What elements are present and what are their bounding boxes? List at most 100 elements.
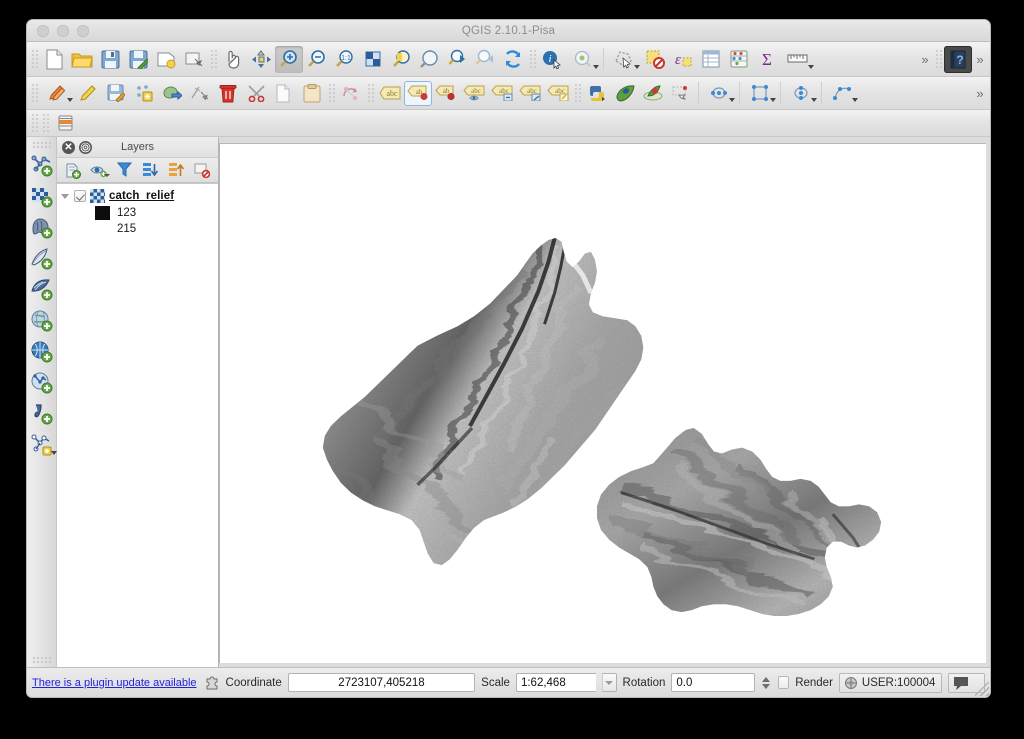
chevron-up-icon[interactable]	[762, 676, 771, 682]
change-label-button[interactable]: abc	[544, 81, 572, 106]
toolbar-overflow-2-button[interactable]: »	[972, 52, 988, 67]
chevron-down-icon[interactable]	[61, 193, 69, 199]
pan-to-selection-button[interactable]	[247, 46, 275, 73]
render-checkbox[interactable]	[777, 676, 790, 689]
node-tool-button[interactable]	[186, 81, 214, 106]
refresh-button[interactable]	[499, 46, 527, 73]
georeferencer-button[interactable]	[667, 81, 695, 106]
attribute-table-button[interactable]	[697, 46, 725, 73]
delete-selected-button[interactable]	[214, 81, 242, 106]
toolbar-grip[interactable]	[209, 48, 218, 70]
vertex-circle-button[interactable]	[702, 81, 736, 106]
toolbar-grip[interactable]	[573, 82, 582, 104]
toolbar-grip[interactable]	[327, 82, 336, 104]
open-project-button[interactable]	[68, 46, 96, 73]
zoom-in-button[interactable]	[275, 45, 303, 73]
highlight-labels-button[interactable]: ab	[432, 81, 460, 106]
move-label-button[interactable]: abc	[488, 81, 516, 106]
add-wms-layer-button[interactable]	[28, 305, 56, 336]
add-delimited-text-layer-button[interactable]	[28, 398, 56, 429]
close-icon[interactable]: ✕	[62, 140, 75, 154]
add-raster-layer-button[interactable]	[28, 181, 56, 212]
add-wfs-layer-button[interactable]	[28, 367, 56, 398]
pan-map-button[interactable]	[219, 46, 247, 73]
window-close-button[interactable]	[37, 24, 49, 37]
zoom-to-selection-button[interactable]	[387, 46, 415, 73]
python-console-button[interactable]	[583, 81, 611, 106]
toolbar-overflow-1-button[interactable]: »	[917, 52, 933, 67]
save-layer-edits-button[interactable]	[102, 81, 130, 106]
add-vector-layer-button[interactable]	[28, 150, 56, 181]
plugin-manager-button[interactable]	[611, 81, 639, 106]
toolbar-grip[interactable]	[30, 112, 39, 134]
grass-tools-button[interactable]	[639, 81, 667, 106]
toolbar-grip[interactable]	[934, 48, 943, 70]
manage-visibility-button[interactable]	[88, 160, 110, 180]
copy-features-button[interactable]	[270, 81, 298, 106]
rotation-spinner[interactable]	[761, 673, 772, 692]
toolbar-grip[interactable]	[41, 112, 50, 134]
paste-features-button[interactable]	[298, 81, 326, 106]
cut-features-button[interactable]	[242, 81, 270, 106]
new-project-button[interactable]	[40, 46, 68, 73]
window-resize-grip[interactable]	[975, 682, 989, 696]
pin-labels-button[interactable]: ab	[404, 80, 432, 106]
toolbar-grip[interactable]	[528, 48, 537, 70]
label-tool-button[interactable]: abc	[376, 81, 404, 106]
field-calculator-button[interactable]: ε	[669, 46, 697, 73]
zoom-native-button[interactable]	[359, 46, 387, 73]
rectangle-vertex-button[interactable]	[743, 81, 777, 106]
new-print-composer-button[interactable]	[152, 46, 180, 73]
rotation-input[interactable]: 0.0	[671, 673, 755, 692]
plugin-puzzle-icon[interactable]	[203, 674, 220, 691]
add-feature-button[interactable]	[130, 81, 158, 106]
remove-layer-button[interactable]	[191, 160, 213, 180]
toolbar-overflow-3-button[interactable]: »	[972, 86, 988, 101]
plugin-update-link[interactable]: There is a plugin update available	[32, 677, 197, 689]
add-wcs-layer-button[interactable]	[28, 336, 56, 367]
save-project-as-button[interactable]	[124, 46, 152, 73]
add-postgis-layer-button[interactable]	[28, 212, 56, 243]
database-manager-button[interactable]	[51, 110, 79, 137]
zoom-to-layer-button[interactable]	[415, 46, 443, 73]
new-shapefile-layer-button[interactable]	[28, 429, 57, 460]
identify-features-button[interactable]: i	[538, 46, 566, 73]
expand-all-button[interactable]	[139, 160, 161, 180]
ellipse-vertex-button[interactable]	[784, 81, 818, 106]
add-spatialite-layer-button[interactable]	[28, 243, 56, 274]
toggle-editing-button[interactable]	[74, 81, 102, 106]
statistics-button[interactable]	[725, 46, 753, 73]
zoom-full-button[interactable]: 1:1	[331, 46, 359, 73]
show-hide-labels-button[interactable]: abc	[460, 81, 488, 106]
toolbar-grip[interactable]	[30, 82, 39, 104]
current-edits-button[interactable]	[40, 81, 74, 106]
filter-legend-button[interactable]	[114, 160, 136, 180]
layer-styling-button[interactable]	[62, 160, 84, 180]
select-features-button[interactable]	[607, 46, 641, 73]
layer-item-catch-relief[interactable]: catch_relief	[57, 187, 218, 205]
composer-manager-button[interactable]	[180, 46, 208, 73]
map-tips-button[interactable]	[566, 46, 600, 73]
scale-dropdown-button[interactable]	[601, 673, 617, 692]
rotate-label-button[interactable]: abc	[516, 81, 544, 106]
zoom-out-button[interactable]	[303, 46, 331, 73]
coordinate-input[interactable]: 2723107,405218	[287, 673, 476, 692]
layers-tree[interactable]: catch_relief 123 215	[57, 183, 218, 667]
collapse-all-button[interactable]	[165, 160, 187, 180]
window-minimize-button[interactable]	[57, 24, 69, 37]
chevron-down-icon[interactable]	[762, 683, 771, 689]
measure-button[interactable]	[781, 46, 815, 73]
curve-vertex-button[interactable]	[825, 81, 859, 106]
layer-visibility-checkbox[interactable]	[74, 190, 86, 202]
undo-redo-button[interactable]	[337, 81, 365, 106]
window-zoom-button[interactable]	[77, 24, 89, 37]
sum-button[interactable]: Σ	[753, 46, 781, 73]
zoom-last-button[interactable]	[443, 46, 471, 73]
toolbar-grip[interactable]	[31, 141, 52, 148]
toolbar-grip[interactable]	[30, 48, 39, 70]
move-feature-button[interactable]	[158, 81, 186, 106]
save-project-button[interactable]	[96, 46, 124, 73]
zoom-next-button[interactable]	[471, 46, 499, 73]
float-panel-icon[interactable]: ◎	[79, 140, 92, 154]
map-canvas[interactable]	[219, 143, 986, 663]
